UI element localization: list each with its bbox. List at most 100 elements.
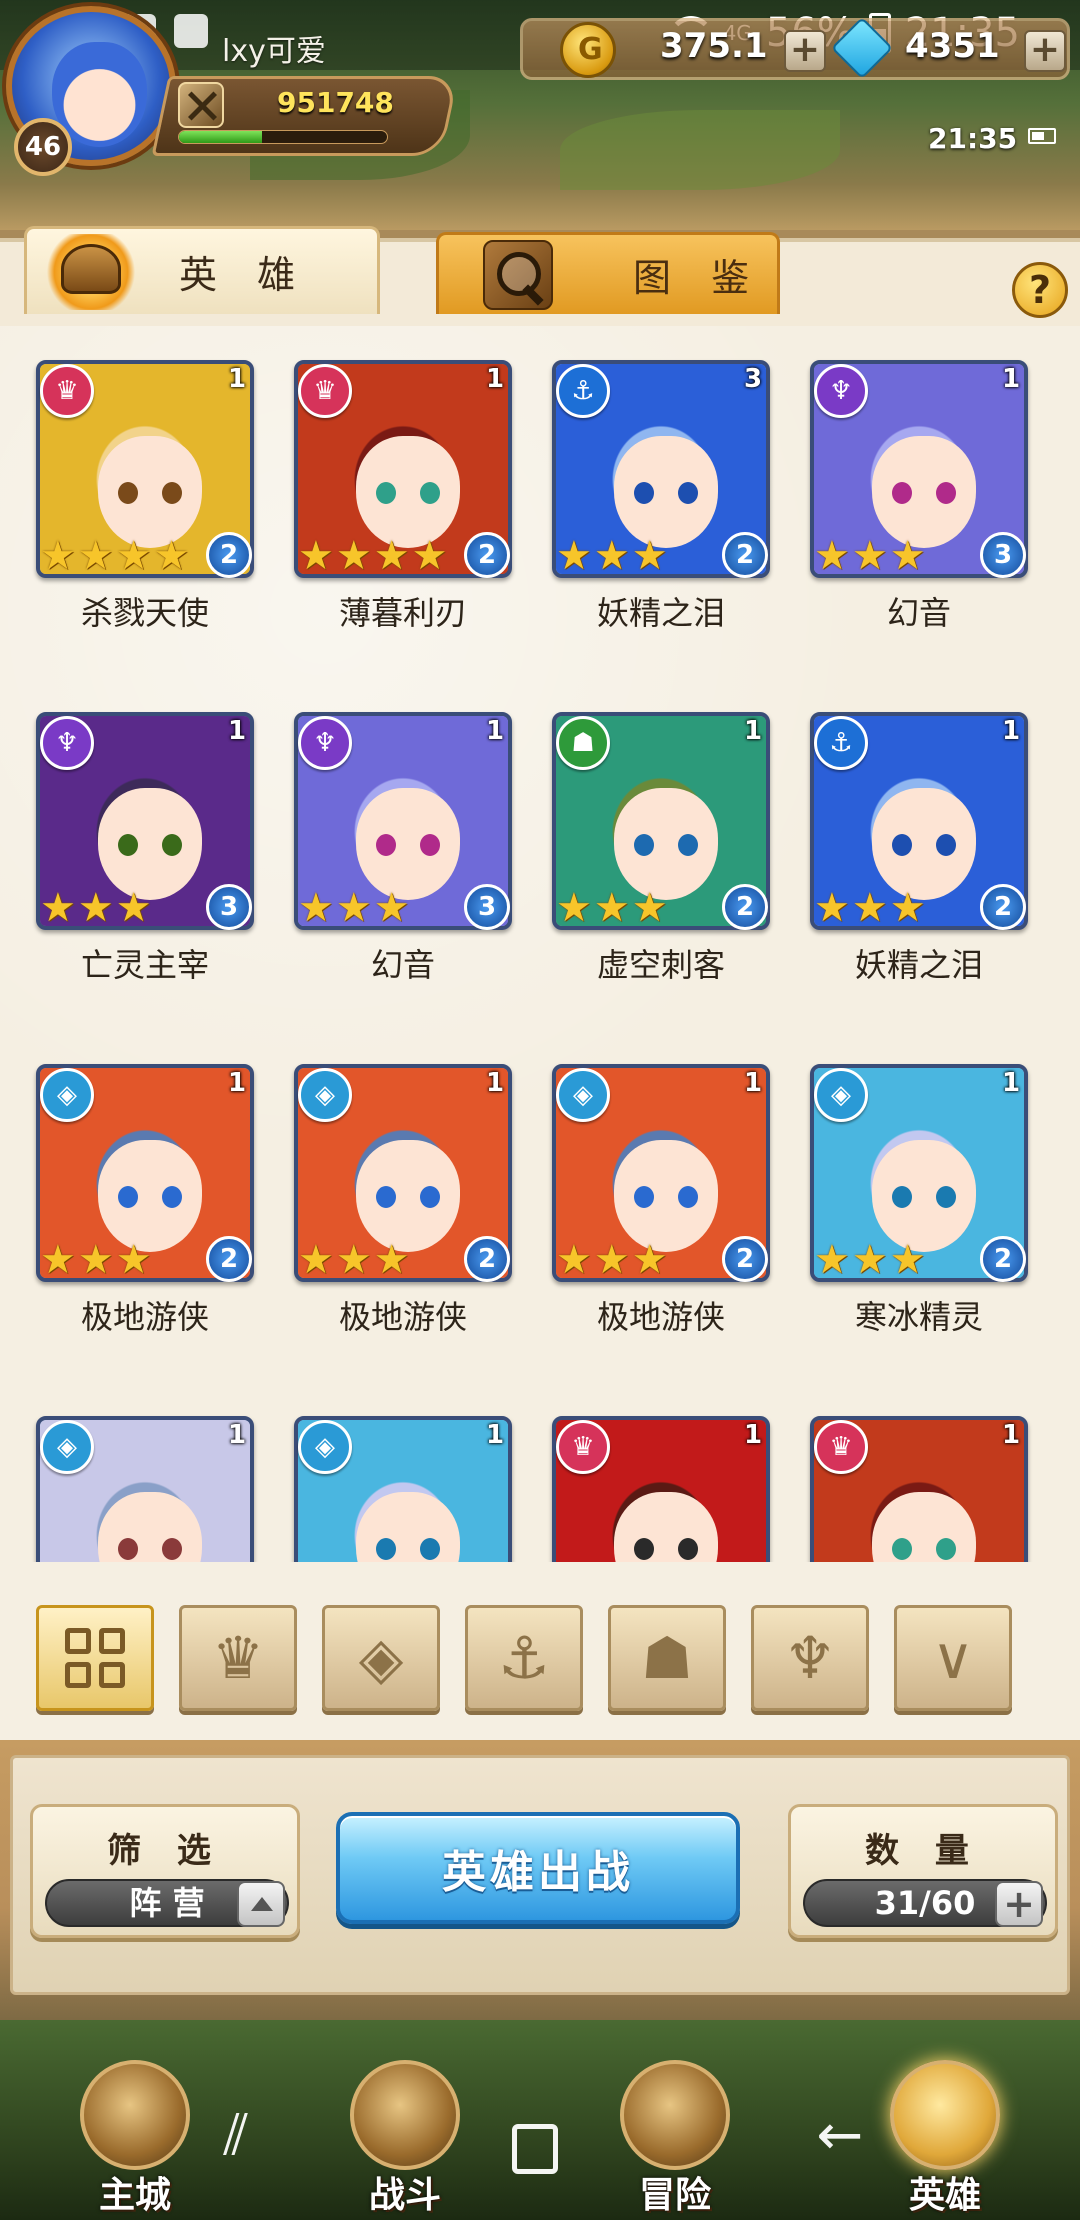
filter-fire-button[interactable]: ♛ <box>179 1605 297 1711</box>
horn-faction-icon: ♆ <box>40 716 94 770</box>
filter-ice-button[interactable]: ◈ <box>322 1605 440 1711</box>
hero-star-rating: ★ ★ ★ <box>40 1240 152 1280</box>
hero-card[interactable]: ⚓ 1 ★ ★ ★ 2 妖精之泪 <box>790 682 1048 1022</box>
deploy-heroes-button[interactable]: 英雄出战 <box>336 1812 740 1924</box>
back-button[interactable]: ← <box>810 2108 870 2168</box>
add-gems-button[interactable]: + <box>1024 30 1066 72</box>
filter-anchor-button[interactable]: ⚓ <box>465 1605 583 1711</box>
count-title: 数 量 <box>865 1831 981 1871</box>
nav-main-city[interactable]: 主城 <box>30 2040 230 2220</box>
hero-eye <box>892 482 912 504</box>
expand-slots-button[interactable]: + <box>995 1881 1043 1927</box>
nav-battle-label: 战斗 <box>368 2175 441 2216</box>
ice-faction-icon: ◈ <box>40 1068 94 1122</box>
hero-quality-badge: 3 <box>980 532 1026 578</box>
hero-eye <box>376 1538 396 1560</box>
hero-eye <box>634 834 654 856</box>
hero-card[interactable]: ◈ 1 ★ ★ ★ 2 极地游侠 <box>16 1034 274 1374</box>
hero-star-rating: ★ ★ ★ <box>814 1240 926 1280</box>
hero-name: 妖精之泪 <box>596 594 725 632</box>
nav-battle[interactable]: 战斗 <box>300 2040 500 2220</box>
tab-heroes[interactable]: 英 雄 <box>24 226 380 314</box>
hero-card[interactable]: ◈ 1 ★ ★ ★ 2 极地游侠 <box>532 1034 790 1374</box>
hero-star-rating: ★ ★ ★ <box>814 888 926 928</box>
filter-wing-button[interactable]: ∨ <box>894 1605 1012 1711</box>
star-icon: ★ <box>556 1237 592 1283</box>
nav-heroes-label: 英雄 <box>908 2175 981 2216</box>
crossed-swords-nav-icon <box>350 2060 460 2170</box>
hero-copies: 1 <box>486 716 505 746</box>
hero-card[interactable]: ♛ 1 <box>790 1386 1048 1562</box>
nav-adventure-label: 冒险 <box>638 2175 711 2216</box>
hero-name: 寒冰精灵 <box>854 1298 983 1336</box>
hero-card[interactable]: ♆ 1 ★ ★ ★ 3 亡灵主宰 <box>16 682 274 1022</box>
filter-beast-button[interactable]: ☗ <box>608 1605 726 1711</box>
hero-card[interactable]: ☗ 1 ★ ★ ★ 2 虚空刺客 <box>532 682 790 1022</box>
hero-card[interactable]: ◈ 1 <box>274 1386 532 1562</box>
horn-faction-icon: ♆ <box>298 716 352 770</box>
hero-card[interactable]: ♆ 1 ★ ★ ★ 3 幻音 <box>790 330 1048 670</box>
hero-card[interactable]: ◈ 1 ★ ★ ★ 2 极地游侠 <box>274 1034 532 1374</box>
hero-quality-badge: 2 <box>464 1236 510 1282</box>
beast-faction-icon: ☗ <box>556 716 610 770</box>
recent-apps-button[interactable]: ⫽ <box>206 2108 266 2168</box>
star-icon: ★ <box>814 885 850 931</box>
hero-face <box>98 1140 202 1252</box>
hero-face <box>356 436 460 548</box>
filter-all-button[interactable] <box>36 1605 154 1711</box>
nav-heroes[interactable]: 英雄 <box>840 2040 1040 2220</box>
hero-eye <box>376 834 396 856</box>
hero-card[interactable]: ◈ 1 <box>16 1386 274 1562</box>
hero-card[interactable]: ⚓ 3 ★ ★ ★ 2 妖精之泪 <box>532 330 790 670</box>
hero-quality-badge: 2 <box>206 532 252 578</box>
star-icon: ★ <box>593 885 630 931</box>
help-button[interactable]: ? <box>1012 262 1068 318</box>
hero-star-rating: ★ ★ ★ <box>556 536 668 576</box>
crossed-swords-icon <box>178 82 224 128</box>
hero-grid[interactable]: ♛ 1 ★ ★ ★ ★ 2 杀戮天使 ♛ 1 ★ ★ ★ ★ 2 薄暮利刃 ⚓ 3 ★ ★ ★ 2 妖精之泪 ♆ 1 ★ ★ ★ 3 幻音… <box>16 330 1066 1562</box>
gem-amount: 4351 <box>905 26 1000 66</box>
gold-coin-icon <box>560 22 616 78</box>
grid-icon <box>65 1628 125 1688</box>
home-button[interactable] <box>512 2124 558 2174</box>
hero-name: 薄暮利刃 <box>338 594 467 632</box>
gold-amount: 375.1 <box>660 26 768 66</box>
filter-select[interactable]: 阵 营 <box>45 1879 289 1927</box>
add-gold-button[interactable]: + <box>784 30 826 72</box>
combat-power-value: 951748 <box>277 86 394 119</box>
star-icon: ★ <box>631 533 668 579</box>
hero-eye <box>678 1186 698 1208</box>
hero-card[interactable]: ♛ 1 ★ ★ ★ ★ 2 杀戮天使 <box>16 330 274 670</box>
tab-codex[interactable]: 图 鉴 <box>436 232 780 314</box>
star-icon: ★ <box>153 533 190 579</box>
hero-star-rating: ★ ★ ★ ★ <box>298 536 447 576</box>
hero-quality-badge: 2 <box>980 1236 1026 1282</box>
hero-card[interactable]: ♛ 1 ★ ★ ★ ★ 2 薄暮利刃 <box>274 330 532 670</box>
star-icon: ★ <box>77 533 114 579</box>
hero-eye <box>634 482 654 504</box>
star-icon: ★ <box>631 1237 668 1283</box>
filter-toggle-button[interactable] <box>237 1881 285 1927</box>
hero-name: 虚空刺客 <box>596 946 725 984</box>
star-icon: ★ <box>40 885 76 931</box>
hero-face <box>98 436 202 548</box>
hero-eye <box>936 1186 956 1208</box>
hero-card[interactable]: ♛ 1 <box>532 1386 790 1562</box>
hero-star-rating: ★ ★ ★ <box>814 536 926 576</box>
hero-name: 杀戮天使 <box>80 594 209 632</box>
horn-faction-icon: ♆ <box>814 364 868 418</box>
hero-quality-badge: 2 <box>206 1236 252 1282</box>
hero-face <box>614 1140 718 1252</box>
filter-box: 筛 选 阵 营 <box>30 1804 300 1938</box>
game-clock: 21:35 <box>928 122 1018 155</box>
hero-card[interactable]: ◈ 1 ★ ★ ★ 2 寒冰精灵 <box>790 1034 1048 1374</box>
hero-copies: 1 <box>486 1068 505 1098</box>
filter-horn-button[interactable]: ♆ <box>751 1605 869 1711</box>
wing-faction-icon: ∨ <box>931 1624 975 1692</box>
hero-quality-badge: 2 <box>980 884 1026 930</box>
nav-adventure[interactable]: 冒险 <box>570 2040 770 2220</box>
star-icon: ★ <box>851 533 888 579</box>
hero-eye <box>376 482 396 504</box>
hero-card[interactable]: ♆ 1 ★ ★ ★ 3 幻音 <box>274 682 532 1022</box>
star-icon: ★ <box>556 885 592 931</box>
